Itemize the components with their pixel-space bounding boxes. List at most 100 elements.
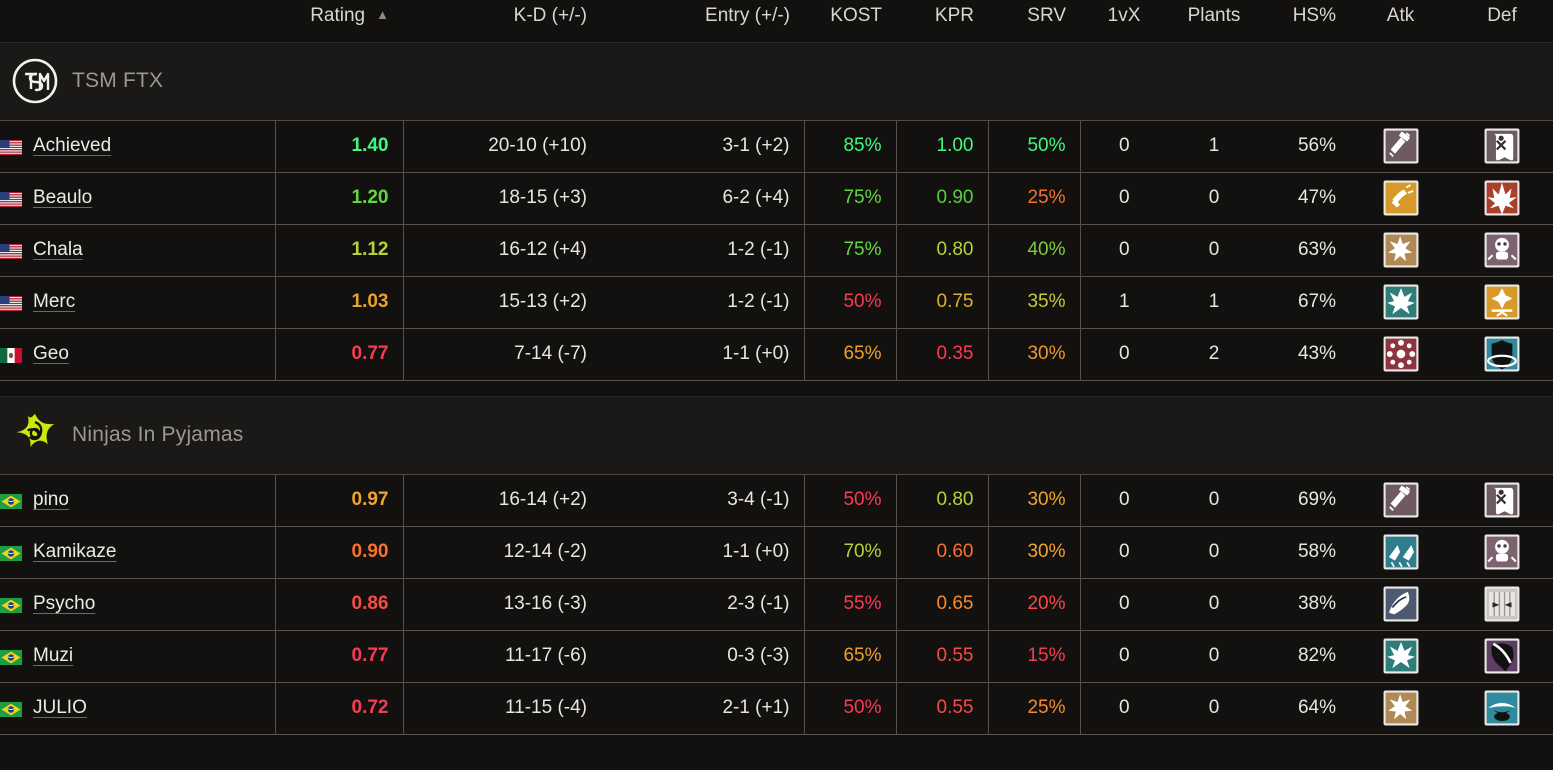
team-header-row[interactable]: Ninjas In Pyjamas xyxy=(0,395,1553,475)
def-operator-jager-icon[interactable] xyxy=(1451,682,1553,735)
rating-value: 0.77 xyxy=(275,630,404,683)
player-name-link[interactable]: Beaulo xyxy=(33,187,92,209)
table-row[interactable]: Geo 0.77 7-14 (-7) 1-1 (+0) 65% 0.35 30%… xyxy=(0,328,1553,381)
hs-value: 47% xyxy=(1260,172,1350,225)
srv-value: 30% xyxy=(988,526,1081,579)
flag-br-icon xyxy=(0,545,22,561)
table-row[interactable]: Achieved 1.40 20-10 (+10) 3-1 (+2) 85% 1… xyxy=(0,120,1553,173)
def-operator-clash-icon[interactable] xyxy=(1451,328,1553,381)
hs-value: 64% xyxy=(1260,682,1350,735)
onevx-value: 0 xyxy=(1080,578,1168,631)
nip-logo-icon xyxy=(12,412,58,458)
hs-value: 82% xyxy=(1260,630,1350,683)
entry-value: 2-3 (-1) xyxy=(601,578,805,631)
plants-value: 0 xyxy=(1168,578,1260,631)
hs-value: 69% xyxy=(1260,474,1350,527)
player-name-link[interactable]: Muzi xyxy=(33,645,73,667)
team-name: TSM FTX xyxy=(72,69,164,92)
entry-value: 3-1 (+2) xyxy=(601,120,805,173)
plants-value: 0 xyxy=(1168,224,1260,277)
player-name-link[interactable]: Merc xyxy=(33,291,75,313)
column-header-plants[interactable]: Plants xyxy=(1168,0,1260,42)
column-header-hs[interactable]: HS% xyxy=(1260,0,1350,42)
plants-value: 0 xyxy=(1168,682,1260,735)
player-name-link[interactable]: Kamikaze xyxy=(33,541,116,563)
player-name-link[interactable]: Achieved xyxy=(33,135,111,157)
rating-value: 0.72 xyxy=(275,682,404,735)
table-row[interactable]: Kamikaze 0.90 12-14 (-2) 1-1 (+0) 70% 0.… xyxy=(0,526,1553,579)
def-operator-mute-icon[interactable] xyxy=(1451,474,1553,527)
kost-value: 50% xyxy=(804,682,897,735)
table-row[interactable]: Merc 1.03 15-13 (+2) 1-2 (-1) 50% 0.75 3… xyxy=(0,276,1553,329)
table-row[interactable]: Muzi 0.77 11-17 (-6) 0-3 (-3) 65% 0.55 1… xyxy=(0,630,1553,683)
player-name-link[interactable]: Chala xyxy=(33,239,83,261)
column-header-rating[interactable]: Rating ▲ xyxy=(275,0,403,42)
kpr-value: 0.75 xyxy=(896,276,989,329)
atk-operator-ash-icon[interactable] xyxy=(1350,172,1451,225)
flag-br-icon xyxy=(0,649,22,665)
table-row[interactable]: Beaulo 1.20 18-15 (+3) 6-2 (+4) 75% 0.90… xyxy=(0,172,1553,225)
atk-operator-sledge-icon[interactable] xyxy=(1350,120,1451,173)
column-header-1vx[interactable]: 1vX xyxy=(1080,0,1168,42)
table-row[interactable]: JULIO 0.72 11-15 (-4) 2-1 (+1) 50% 0.55 … xyxy=(0,682,1553,735)
flag-us-icon xyxy=(0,191,22,207)
kd-value: 16-14 (+2) xyxy=(403,474,601,527)
def-operator-smoke-icon[interactable] xyxy=(1451,224,1553,277)
atk-operator-iq-icon[interactable] xyxy=(1350,526,1451,579)
plants-value: 0 xyxy=(1168,526,1260,579)
def-operator-smoke-icon[interactable] xyxy=(1451,526,1553,579)
atk-operator-sledge-icon[interactable] xyxy=(1350,474,1451,527)
player-name-link[interactable]: pino xyxy=(33,489,69,511)
def-operator-mute-icon[interactable] xyxy=(1451,120,1553,173)
table-row[interactable]: Psycho 0.86 13-16 (-3) 2-3 (-1) 55% 0.65… xyxy=(0,578,1553,631)
player-name-link[interactable]: Geo xyxy=(33,343,69,365)
onevx-value: 0 xyxy=(1080,474,1168,527)
player-cell: Achieved xyxy=(0,120,276,173)
team-name: Ninjas In Pyjamas xyxy=(72,423,244,446)
player-name-link[interactable]: JULIO xyxy=(33,697,87,719)
team-header-row[interactable]: TSM FTX xyxy=(0,41,1553,121)
kost-value: 65% xyxy=(804,328,897,381)
column-header-kost[interactable]: KOST xyxy=(804,0,896,42)
entry-value: 3-4 (-1) xyxy=(601,474,805,527)
onevx-value: 0 xyxy=(1080,224,1168,277)
kd-value: 18-15 (+3) xyxy=(403,172,601,225)
srv-value: 30% xyxy=(988,328,1081,381)
flag-mx-icon xyxy=(0,347,22,363)
table-row[interactable]: pino 0.97 16-14 (+2) 3-4 (-1) 50% 0.80 3… xyxy=(0,474,1553,527)
kost-value: 85% xyxy=(804,120,897,173)
column-header-def[interactable]: Def xyxy=(1451,0,1553,42)
player-cell: pino xyxy=(0,474,276,527)
column-header-atk[interactable]: Atk xyxy=(1350,0,1451,42)
plants-value: 2 xyxy=(1168,328,1260,381)
rating-value: 1.40 xyxy=(275,120,404,173)
player-cell: Geo xyxy=(0,328,276,381)
atk-operator-fuze-icon[interactable] xyxy=(1350,328,1451,381)
sort-ascending-icon[interactable]: ▲ xyxy=(376,7,389,22)
column-header-kd[interactable]: K-D (+/-) xyxy=(403,0,601,42)
atk-operator-nomad-icon[interactable] xyxy=(1350,630,1451,683)
def-operator-maestro-icon[interactable] xyxy=(1451,578,1553,631)
atk-operator-nomad-icon[interactable] xyxy=(1350,276,1451,329)
srv-value: 50% xyxy=(988,120,1081,173)
kpr-value: 0.80 xyxy=(896,474,989,527)
kd-value: 15-13 (+2) xyxy=(403,276,601,329)
kost-value: 55% xyxy=(804,578,897,631)
atk-operator-hibana-icon[interactable] xyxy=(1350,224,1451,277)
kpr-value: 0.65 xyxy=(896,578,989,631)
hs-value: 38% xyxy=(1260,578,1350,631)
table-row[interactable]: Chala 1.12 16-12 (+4) 1-2 (-1) 75% 0.80 … xyxy=(0,224,1553,277)
def-operator-goyo-icon[interactable] xyxy=(1451,172,1553,225)
player-name-link[interactable]: Psycho xyxy=(33,593,95,615)
column-header-srv[interactable]: SRV xyxy=(988,0,1080,42)
def-operator-caveira-icon[interactable] xyxy=(1451,630,1553,683)
rating-value: 0.86 xyxy=(275,578,404,631)
plants-value: 1 xyxy=(1168,120,1260,173)
column-header-kpr[interactable]: KPR xyxy=(896,0,988,42)
team-spacer xyxy=(0,380,1553,396)
atk-operator-dokkaebi-icon[interactable] xyxy=(1350,578,1451,631)
flag-br-icon xyxy=(0,597,22,613)
atk-operator-hibana-icon[interactable] xyxy=(1350,682,1451,735)
def-operator-ela-icon[interactable] xyxy=(1451,276,1553,329)
column-header-entry[interactable]: Entry (+/-) xyxy=(601,0,804,42)
